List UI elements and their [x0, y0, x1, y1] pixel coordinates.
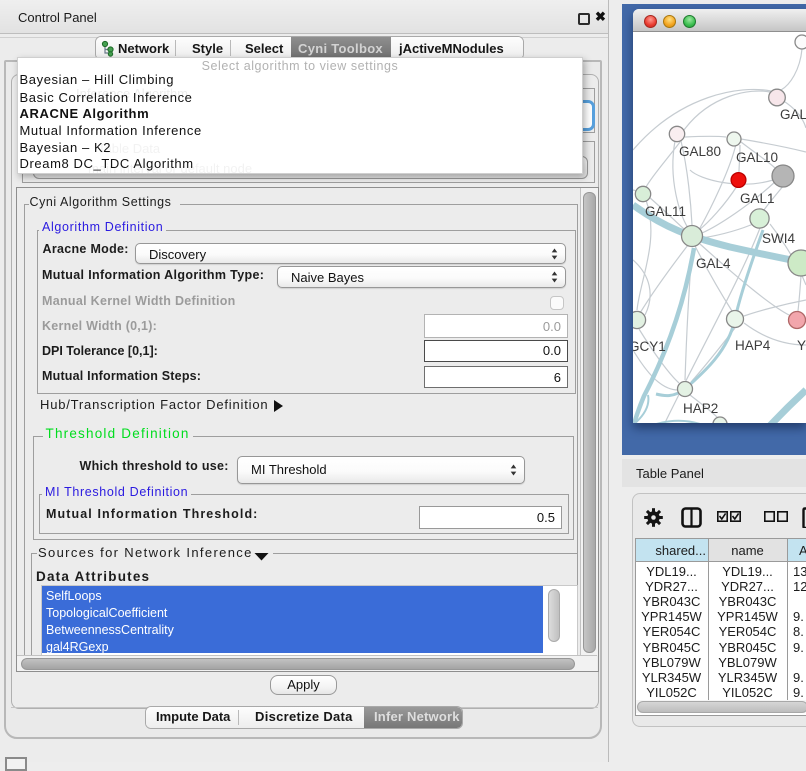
svg-text:GAL11: GAL11 — [645, 204, 686, 219]
svg-text:YJ: YJ — [797, 338, 806, 353]
svg-text:SWI4: SWI4 — [762, 231, 795, 246]
svg-text:GCY1: GCY1 — [633, 339, 666, 354]
svg-text:GAL4: GAL4 — [696, 256, 731, 271]
svg-text:HAP2: HAP2 — [683, 401, 718, 416]
svg-text:HAP4: HAP4 — [735, 338, 771, 353]
svg-text:GAL80: GAL80 — [679, 144, 721, 159]
svg-text:GAL10: GAL10 — [736, 150, 778, 165]
svg-text:GAL7: GAL7 — [780, 107, 806, 122]
svg-text:GAL1: GAL1 — [740, 191, 775, 206]
